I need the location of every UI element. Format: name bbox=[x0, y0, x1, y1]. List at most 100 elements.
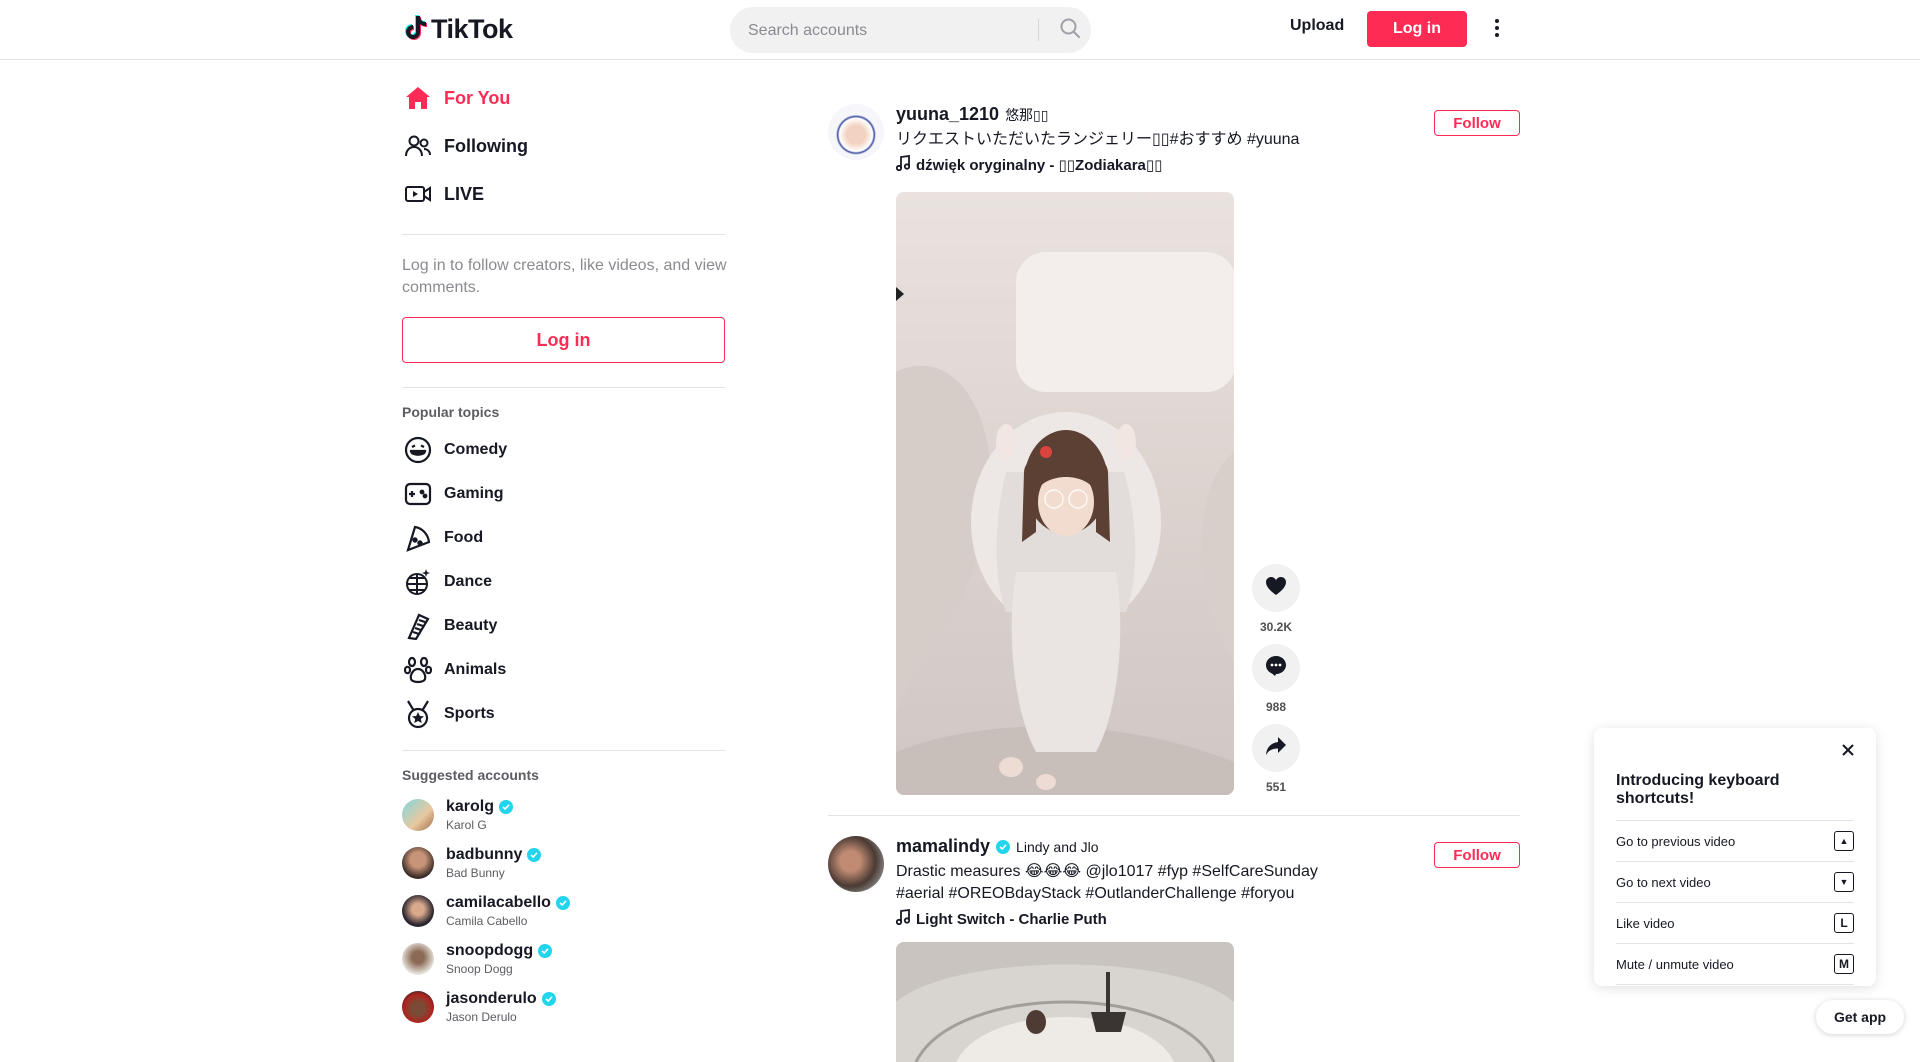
verified-icon bbox=[527, 848, 542, 862]
shortcut-label: Like video bbox=[1616, 915, 1675, 931]
feed-post: mamalindy Lindy and Jlo Drastic measures… bbox=[828, 836, 1520, 1062]
shortcut-row: Go to previous video ▲ bbox=[1616, 820, 1854, 861]
post-username[interactable]: yuuna_1210 bbox=[896, 104, 999, 125]
account-display-name: Jason Derulo bbox=[446, 1010, 517, 1024]
comment-count: 988 bbox=[1265, 700, 1287, 714]
share-button[interactable] bbox=[1252, 724, 1300, 772]
post-author-avatar[interactable] bbox=[828, 104, 884, 160]
l-key-icon: L bbox=[1834, 913, 1854, 933]
video-player[interactable] bbox=[896, 942, 1234, 1062]
m-key-icon: M bbox=[1834, 954, 1854, 974]
nav-label: LIVE bbox=[444, 183, 485, 204]
topic-sports[interactable]: Sports bbox=[400, 692, 726, 736]
sidebar: For You Following LIVE Log in to follow … bbox=[400, 60, 727, 1031]
post-author-avatar[interactable] bbox=[828, 836, 884, 892]
search-divider bbox=[1038, 19, 1039, 41]
login-button-header[interactable]: Log in bbox=[1367, 11, 1467, 47]
post-music[interactable]: Light Switch - Charlie Puth bbox=[895, 908, 1366, 929]
search-input[interactable] bbox=[746, 7, 1050, 55]
heart-icon bbox=[1265, 576, 1287, 601]
avatar bbox=[402, 799, 434, 831]
suggested-account-karolg[interactable]: karolg Karol G bbox=[400, 791, 726, 839]
popular-topics-title: Popular topics bbox=[402, 404, 500, 420]
account-display-name: Snoop Dogg bbox=[446, 962, 513, 976]
topic-label: Beauty bbox=[444, 617, 498, 634]
gaming-icon bbox=[402, 478, 434, 510]
nav-live[interactable]: LIVE bbox=[400, 170, 726, 218]
account-display-name: Camila Cabello bbox=[446, 914, 528, 928]
music-title: Light Switch - Charlie Puth bbox=[916, 910, 1107, 928]
divider bbox=[402, 387, 725, 388]
account-username: jasonderulo bbox=[446, 990, 537, 1007]
nav-for-you[interactable]: For You bbox=[400, 74, 726, 122]
tiktok-logo[interactable]: TikTok bbox=[405, 14, 513, 45]
verified-icon bbox=[555, 896, 570, 910]
keyboard-shortcuts-title: Introducing keyboard shortcuts! bbox=[1616, 772, 1780, 807]
nav-following[interactable]: Following bbox=[400, 122, 726, 170]
suggested-account-badbunny[interactable]: badbunny Bad Bunny bbox=[400, 839, 726, 887]
nav-label: For You bbox=[444, 87, 511, 108]
topic-food[interactable]: Food bbox=[400, 516, 726, 560]
post-music[interactable]: dźwięk oryginalny - ▯▯Zodiakara▯▯ bbox=[895, 154, 1366, 175]
suggested-account-jasonderulo[interactable]: jasonderulo Jason Derulo bbox=[400, 983, 726, 1031]
suggested-account-snoopdogg[interactable]: snoopdogg Snoop Dogg bbox=[400, 935, 726, 983]
avatar bbox=[402, 847, 434, 879]
post-nickname: Lindy and Jlo bbox=[1016, 839, 1099, 855]
account-username: camilacabello bbox=[446, 894, 551, 911]
shortcut-label: Go to next video bbox=[1616, 874, 1711, 890]
post-nickname: 悠那▯▯ bbox=[1005, 107, 1049, 123]
avatar bbox=[402, 943, 434, 975]
topic-beauty[interactable]: Beauty bbox=[400, 604, 726, 648]
more-menu-button[interactable] bbox=[1487, 17, 1507, 43]
arrow-up-key-icon: ▲ bbox=[1834, 831, 1854, 851]
video-player[interactable] bbox=[896, 192, 1234, 795]
verified-icon bbox=[499, 800, 514, 814]
topic-animals[interactable]: Animals bbox=[400, 648, 726, 692]
sports-icon bbox=[402, 698, 434, 730]
post-description: リクエストいただいたランジェリー▯▯#おすすめ #yuuna bbox=[896, 131, 1300, 148]
get-app-button[interactable]: Get app bbox=[1816, 1000, 1904, 1034]
search-icon bbox=[1059, 17, 1081, 44]
comedy-icon bbox=[402, 434, 434, 466]
post-info: mamalindy Lindy and Jlo Drastic measures… bbox=[895, 836, 1366, 929]
like-button[interactable] bbox=[1252, 564, 1300, 612]
shortcut-label: Go to previous video bbox=[1616, 833, 1736, 849]
post-username[interactable]: mamalindy bbox=[896, 836, 990, 857]
topic-label: Sports bbox=[444, 705, 495, 722]
avatar bbox=[402, 991, 434, 1023]
like-count: 30.2K bbox=[1259, 620, 1293, 634]
search-button[interactable] bbox=[1048, 7, 1091, 53]
close-icon bbox=[1841, 743, 1855, 762]
follow-button[interactable]: Follow bbox=[1434, 842, 1520, 868]
verified-icon bbox=[996, 839, 1011, 854]
account-display-name: Bad Bunny bbox=[446, 866, 505, 880]
topic-label: Gaming bbox=[444, 485, 504, 502]
search-bar bbox=[730, 7, 1091, 55]
comment-button[interactable] bbox=[1252, 644, 1300, 692]
topic-dance[interactable]: Dance bbox=[400, 560, 726, 604]
topic-label: Dance bbox=[444, 573, 493, 590]
keyboard-shortcuts-panel: Introducing keyboard shortcuts! Go to pr… bbox=[1594, 728, 1876, 986]
topic-comedy[interactable]: Comedy bbox=[400, 428, 726, 472]
music-note-icon bbox=[895, 908, 911, 929]
post-actions: 30.2K 988 551 bbox=[1252, 564, 1300, 804]
live-icon bbox=[404, 180, 432, 208]
topic-gaming[interactable]: Gaming bbox=[400, 472, 726, 516]
home-icon bbox=[404, 84, 432, 112]
music-note-icon bbox=[895, 154, 911, 175]
login-button-sidebar[interactable]: Log in bbox=[402, 317, 725, 363]
share-icon bbox=[1265, 736, 1287, 761]
video-frame bbox=[896, 192, 1234, 795]
dance-icon bbox=[402, 566, 434, 598]
shortcut-label: Mute / unmute video bbox=[1616, 956, 1734, 972]
suggested-account-camilacabello[interactable]: camilacabello Camila Cabello bbox=[400, 887, 726, 935]
account-display-name: Karol G bbox=[446, 818, 487, 832]
divider bbox=[402, 234, 725, 235]
shortcut-row: Like video L bbox=[1616, 902, 1854, 943]
follow-button[interactable]: Follow bbox=[1434, 110, 1520, 136]
upload-button[interactable]: Upload bbox=[1290, 17, 1344, 35]
close-button[interactable] bbox=[1838, 742, 1858, 762]
verified-icon bbox=[538, 944, 553, 958]
food-icon bbox=[402, 522, 434, 554]
post-description: Drastic measures 😂😂😂 @jlo1017 #fyp #Self… bbox=[896, 863, 1318, 902]
